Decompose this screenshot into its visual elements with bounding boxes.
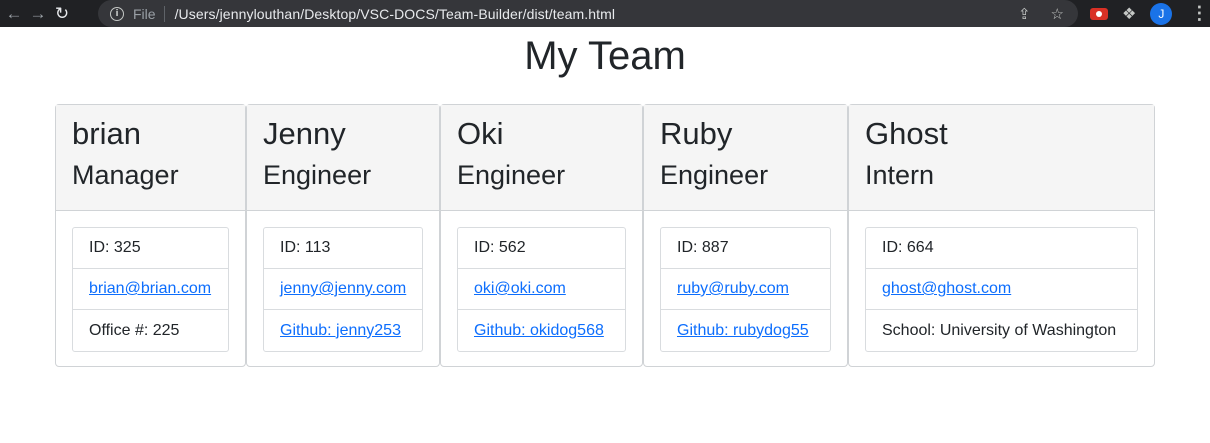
employee-card: Jenny Engineer ID: 113 jenny@jenny.com G… — [246, 104, 440, 367]
card-header: Ruby Engineer — [644, 105, 847, 211]
employee-id: ID: 113 — [264, 228, 422, 269]
github-item: Github: jenny253 — [264, 310, 422, 351]
card-body: ID: 664 ghost@ghost.com School: Universi… — [849, 211, 1154, 368]
employee-card: brian Manager ID: 325 brian@brian.com Of… — [55, 104, 246, 367]
employee-name: Oki — [457, 116, 504, 151]
employee-role: Engineer — [263, 160, 372, 190]
github-item: Github: rubydog55 — [661, 310, 830, 351]
browser-toolbar: ← → ↻ i File /Users/jennylouthan/Desktop… — [0, 0, 1210, 27]
profile-avatar[interactable]: J — [1150, 2, 1173, 25]
extensions-puzzle-icon[interactable]: ❖ — [1122, 4, 1136, 24]
github-link[interactable]: Github: jenny253 — [280, 322, 401, 340]
employee-id: ID: 325 — [73, 228, 228, 269]
school-item: School: University of Washington — [882, 321, 1117, 339]
employee-card: Ruby Engineer ID: 887 ruby@ruby.com Gith… — [643, 104, 848, 367]
employee-name: Ruby — [660, 116, 733, 151]
email-item: brian@brian.com — [73, 269, 228, 310]
reload-icon[interactable]: ↻ — [50, 0, 74, 27]
employee-id: ID: 887 — [661, 228, 830, 269]
card-header: Jenny Engineer — [247, 105, 439, 211]
info-list: ID: 664 ghost@ghost.com School: Universi… — [865, 227, 1138, 352]
email-item: oki@oki.com — [458, 269, 625, 310]
bookmark-star-icon[interactable]: ☆ — [1051, 5, 1064, 23]
email-link[interactable]: ruby@ruby.com — [677, 280, 789, 298]
employee-name: Ghost — [865, 116, 948, 151]
email-link[interactable]: ghost@ghost.com — [882, 280, 1011, 298]
email-link[interactable]: oki@oki.com — [474, 280, 566, 298]
info-list: ID: 562 oki@oki.com Github: okidog568 — [457, 227, 626, 352]
info-list: ID: 113 jenny@jenny.com Github: jenny253 — [263, 227, 423, 352]
card-header: Oki Engineer — [441, 105, 642, 211]
url-text[interactable]: /Users/jennylouthan/Desktop/VSC-DOCS/Tea… — [175, 6, 616, 22]
page-title: My Team — [524, 34, 686, 78]
menu-kebab-icon[interactable]: ⋮ — [1190, 3, 1208, 24]
github-link[interactable]: Github: rubydog55 — [677, 322, 809, 340]
info-list: ID: 325 brian@brian.com Office #: 225 — [72, 227, 229, 352]
employee-id: ID: 562 — [458, 228, 625, 269]
info-list: ID: 887 ruby@ruby.com Github: rubydog55 — [660, 227, 831, 352]
extension-icon[interactable] — [1090, 7, 1108, 20]
employee-id: ID: 664 — [866, 228, 1137, 269]
email-item: ruby@ruby.com — [661, 269, 830, 310]
email-link[interactable]: brian@brian.com — [89, 280, 211, 298]
email-item: jenny@jenny.com — [264, 269, 422, 310]
card-header: brian Manager — [56, 105, 245, 211]
share-icon[interactable]: ⇪ — [1018, 5, 1031, 23]
employee-card: Ghost Intern ID: 664 ghost@ghost.com Sch… — [848, 104, 1155, 367]
card-body: ID: 562 oki@oki.com Github: okidog568 — [441, 211, 642, 368]
office-number: Office #: 225 — [89, 321, 180, 339]
employee-name: brian — [72, 116, 141, 151]
employee-name: Jenny — [263, 116, 346, 151]
employee-role: Engineer — [457, 160, 566, 190]
team-cards: brian Manager ID: 325 brian@brian.com Of… — [55, 104, 1155, 367]
github-link[interactable]: Github: okidog568 — [474, 322, 604, 340]
email-link[interactable]: jenny@jenny.com — [280, 280, 406, 298]
employee-role: Intern — [865, 160, 935, 190]
github-item: Github: okidog568 — [458, 310, 625, 351]
info-icon[interactable]: i — [110, 6, 124, 21]
card-body: ID: 113 jenny@jenny.com Github: jenny253 — [247, 211, 439, 368]
employee-role: Manager — [72, 160, 179, 190]
back-icon[interactable]: ← — [2, 0, 26, 27]
employee-role: Engineer — [660, 160, 769, 190]
forward-icon[interactable]: → — [26, 0, 50, 27]
email-item: ghost@ghost.com — [866, 269, 1137, 310]
address-bar[interactable]: i File /Users/jennylouthan/Desktop/VSC-D… — [98, 0, 1078, 27]
card-body: ID: 325 brian@brian.com Office #: 225 — [56, 211, 245, 368]
card-body: ID: 887 ruby@ruby.com Github: rubydog55 — [644, 211, 847, 368]
file-label: File — [133, 5, 156, 22]
divider — [163, 5, 165, 22]
card-header: Ghost Intern — [849, 105, 1154, 211]
employee-card: Oki Engineer ID: 562 oki@oki.com Github:… — [440, 104, 643, 367]
